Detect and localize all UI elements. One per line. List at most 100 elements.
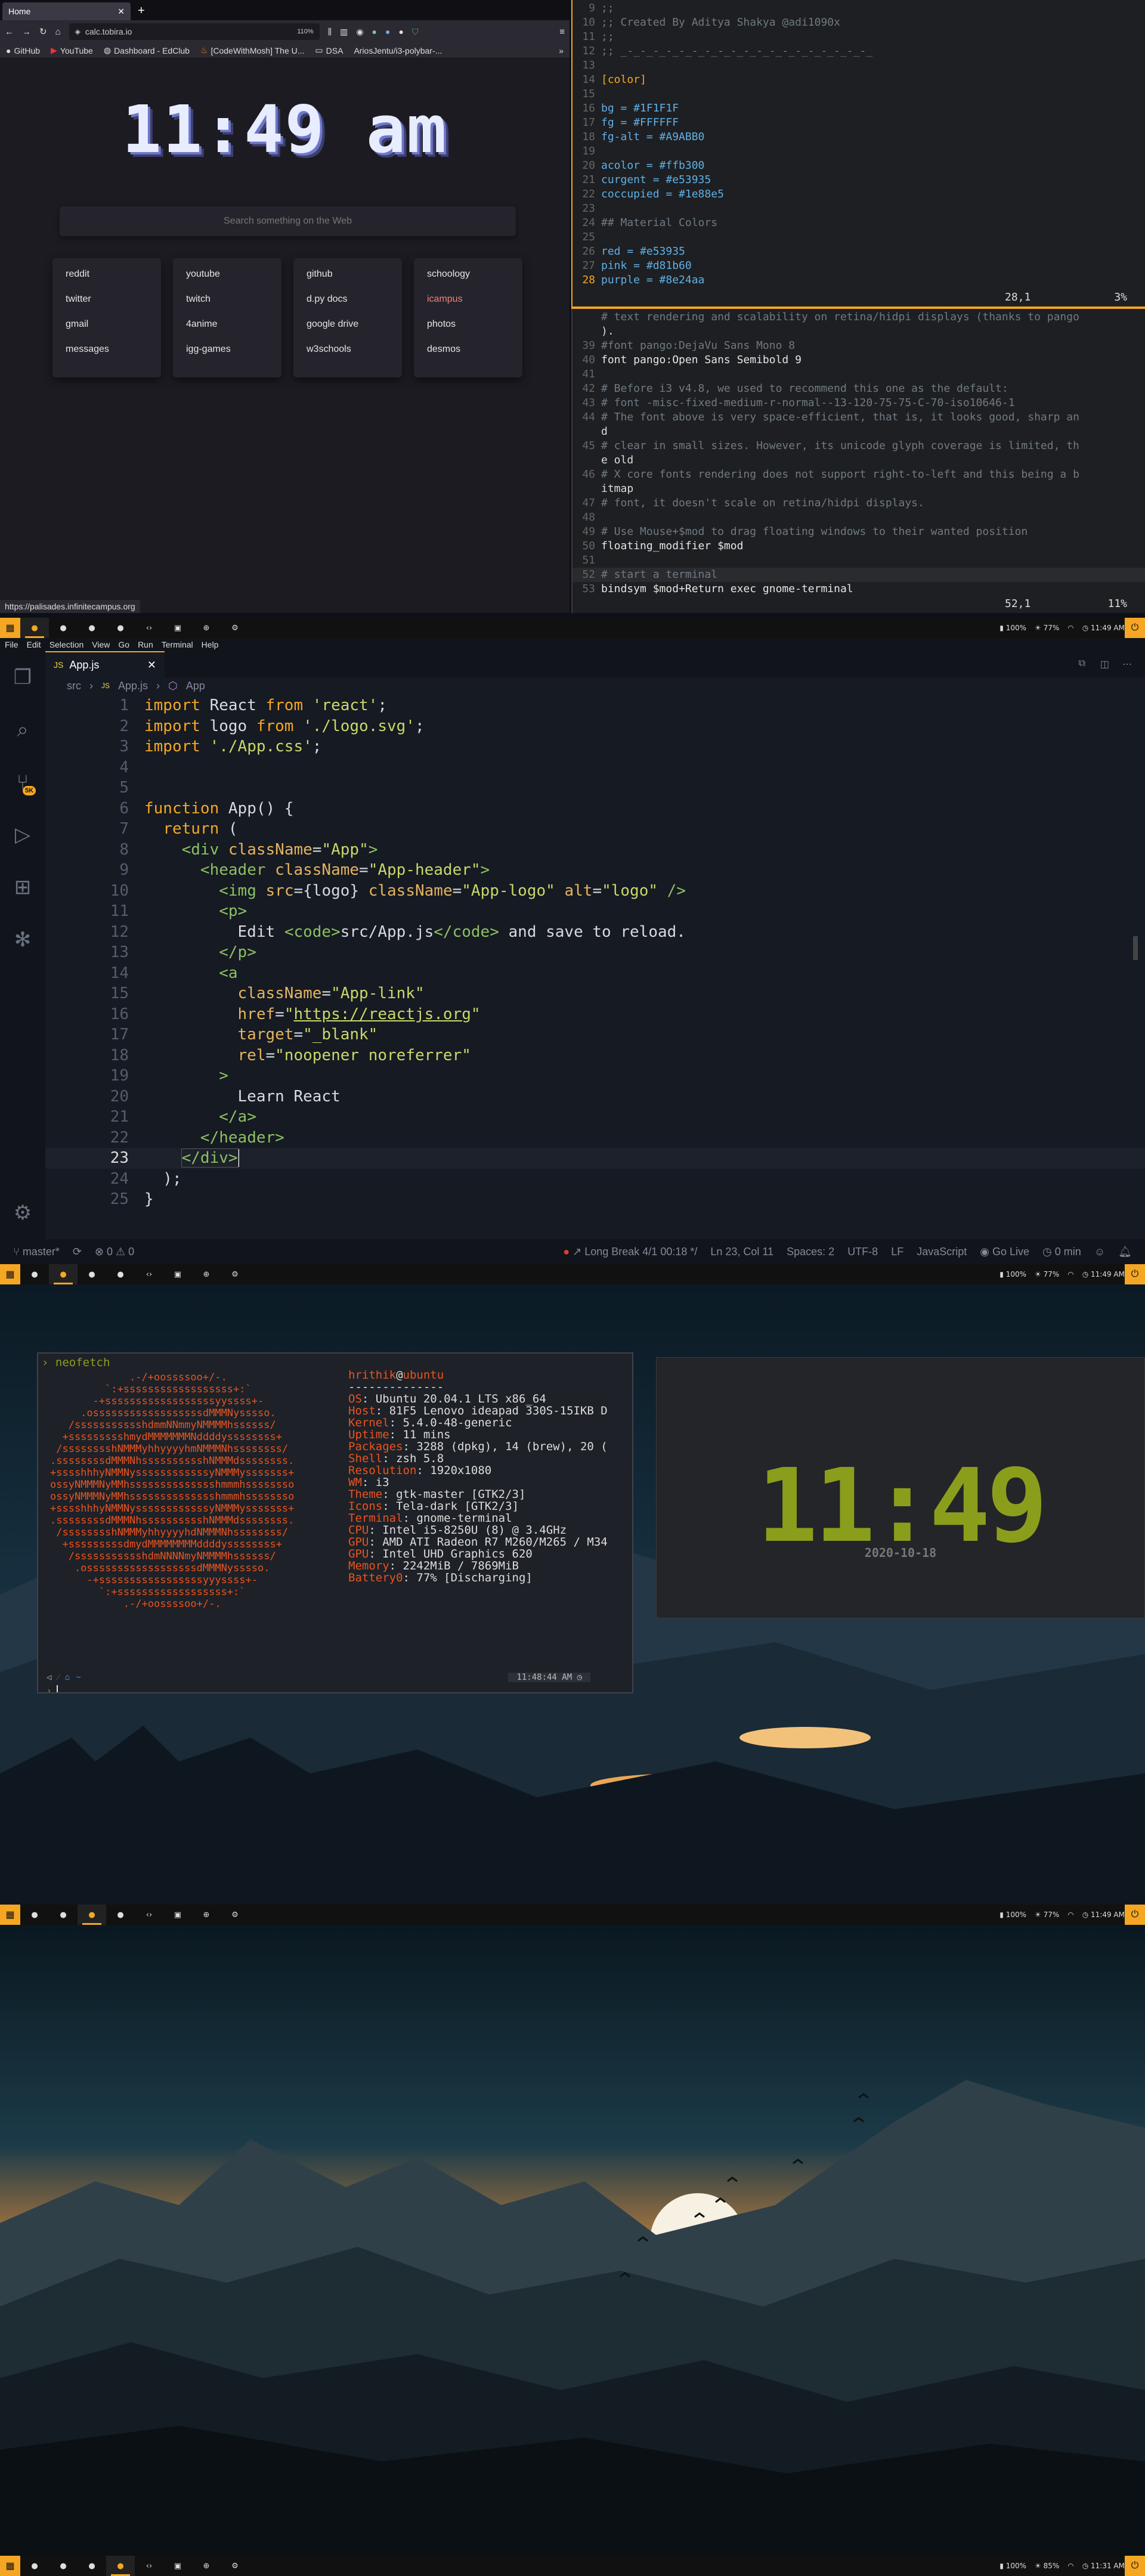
extensions-icon[interactable]: ⊞ [0,861,45,914]
workspace-8[interactable]: ⚙ [221,1264,249,1284]
workspace-3[interactable]: ● [78,2556,106,2576]
workspace-1[interactable]: ● [20,2556,49,2576]
workspace-5[interactable]: ‹› [135,1264,163,1284]
workspace-2[interactable]: ● [49,618,78,638]
vim-pane-top[interactable]: 9;; 10;; Created By Aditya Shakya @adi109… [571,0,1145,306]
vim-pane-bottom[interactable]: # text rendering and scalability on reti… [571,309,1145,613]
workspace-2[interactable]: ● [49,1264,78,1284]
language-mode[interactable]: JavaScript [917,1246,967,1258]
menu-terminal[interactable]: Terminal [162,640,193,649]
link-messages[interactable]: messages [66,342,148,367]
apps-menu-icon[interactable]: ▦ [0,618,20,638]
settings-gear-icon[interactable]: ⚙ [0,1187,45,1239]
bookmark-github[interactable]: ● GitHub [6,46,40,55]
workspace-1[interactable]: ● [20,1264,49,1284]
workspace-7[interactable]: ⊕ [192,1905,221,1925]
battery-status[interactable]: ▮ 100% [999,1911,1026,1919]
menu-run[interactable]: Run [138,640,153,649]
workspace-6[interactable]: ▣ [163,2556,192,2576]
link-twitch[interactable]: twitch [186,292,268,317]
menu-help[interactable]: Help [202,640,219,649]
brightness-status[interactable]: ☀ 85% [1035,2562,1059,2570]
link-google-drive[interactable]: google drive [307,317,389,342]
more-actions-icon[interactable]: ⋯ [1122,658,1132,670]
power-icon[interactable]: ⏻ [1125,1264,1145,1284]
explorer-icon[interactable]: ❐ [0,651,45,704]
run-debug-icon[interactable]: ▷ [0,809,45,861]
menu-selection[interactable]: Selection [49,640,84,649]
workspace-8[interactable]: ⚙ [221,618,249,638]
brightness-status[interactable]: ☀ 77% [1035,1270,1059,1278]
url-bar[interactable]: ◈ calc.tobira.io 110% [69,23,320,40]
workspace-6[interactable]: ▣ [163,1905,192,1925]
apps-menu-icon[interactable]: ▦ [0,2556,20,2576]
shield-icon[interactable]: ◈ [75,27,81,36]
notifications-icon[interactable]: 🔔︎ [1118,1246,1132,1258]
close-tab-icon[interactable]: ✕ [117,7,125,17]
workspace-4[interactable]: ● [106,1264,135,1284]
menu-icon[interactable]: ≡ [559,27,565,37]
forward-icon[interactable]: → [22,27,31,37]
brightness-status[interactable]: ☀ 77% [1035,624,1059,632]
apps-menu-icon[interactable]: ▦ [0,1264,20,1284]
clock-status[interactable]: ◷ 11:49 AM [1082,1911,1125,1919]
wifi-icon[interactable]: ◠ [1067,2562,1073,2570]
link-dpy-docs[interactable]: d.py docs [307,292,389,317]
close-tab-icon[interactable]: ✕ [147,659,156,671]
workspace-2[interactable]: ● [49,2556,78,2576]
workspace-7[interactable]: ⊕ [192,1264,221,1284]
link-github[interactable]: github [307,267,389,292]
bookmark-dsa[interactable]: ▭ DSA [315,45,343,55]
indentation[interactable]: Spaces: 2 [787,1246,834,1258]
search-icon[interactable]: ⌕ [0,704,45,756]
scrollbar[interactable] [1133,936,1138,960]
link-schoology[interactable]: schoology [427,267,509,292]
link-icampus[interactable]: icampus [427,292,509,317]
workspace-8[interactable]: ⚙ [221,1905,249,1925]
eol[interactable]: LF [891,1246,903,1258]
link-twitter[interactable]: twitter [66,292,148,317]
home-icon[interactable]: ⌂ [55,27,61,37]
battery-status[interactable]: ▮ 100% [999,2562,1026,2570]
sync-icon[interactable]: ⟳ [73,1246,82,1258]
clock-status[interactable]: ◷ 11:49 AM [1082,1270,1125,1278]
menu-edit[interactable]: Edit [27,640,41,649]
wifi-icon[interactable]: ◠ [1067,1270,1073,1278]
go-live-button[interactable]: ◉ Go Live [980,1246,1029,1258]
power-icon[interactable]: ⏻ [1125,618,1145,638]
workspace-8[interactable]: ⚙ [221,2556,249,2576]
link-reddit[interactable]: reddit [66,267,148,292]
bookmark-youtube[interactable]: ▶ YouTube [51,45,93,55]
workspace-3[interactable]: ● [78,1905,106,1925]
workspace-7[interactable]: ⊕ [192,618,221,638]
brightness-status[interactable]: ☀ 77% [1035,1911,1059,1919]
source-control-icon[interactable]: ⑂ 5K [0,756,45,809]
link-youtube[interactable]: youtube [186,267,268,292]
link-4anime[interactable]: 4anime [186,317,268,342]
pomodoro-status[interactable]: ● ↗ Long Break 4/1 00:18 */ [563,1246,697,1258]
branch-status[interactable]: ⑂ master* [13,1246,60,1258]
clock-status[interactable]: ◷ 11:31 AM [1082,2562,1125,2570]
menu-go[interactable]: Go [118,640,129,649]
paw-icon[interactable]: ✻ [0,914,45,966]
link-photos[interactable]: photos [427,317,509,342]
workspace-7[interactable]: ⊕ [192,2556,221,2576]
wifi-icon[interactable]: ◠ [1067,624,1073,632]
problems-status[interactable]: ⊗ 0 ⚠ 0 [95,1246,134,1258]
account-icon[interactable]: ◉ [356,27,363,37]
workspace-3[interactable]: ● [78,618,106,638]
power-icon[interactable]: ⏻ [1125,2556,1145,2576]
menu-file[interactable]: File [5,640,18,649]
clock-status[interactable]: ◷ 11:49 AM [1082,624,1125,632]
clock-window[interactable]: 11:49 2020-10-18 [656,1357,1145,1618]
back-icon[interactable]: ← [5,27,14,37]
sidebar-icon[interactable]: ▥ [340,27,348,37]
workspace-5[interactable]: ‹› [135,1905,163,1925]
link-gmail[interactable]: gmail [66,317,148,342]
more-bookmarks-icon[interactable]: » [559,46,564,55]
wifi-icon[interactable]: ◠ [1067,1911,1073,1919]
workspace-4[interactable]: ● [106,618,135,638]
workspace-4[interactable]: ● [106,1905,135,1925]
extension-icon[interactable]: ● [398,27,403,36]
encoding[interactable]: UTF-8 [847,1246,878,1258]
